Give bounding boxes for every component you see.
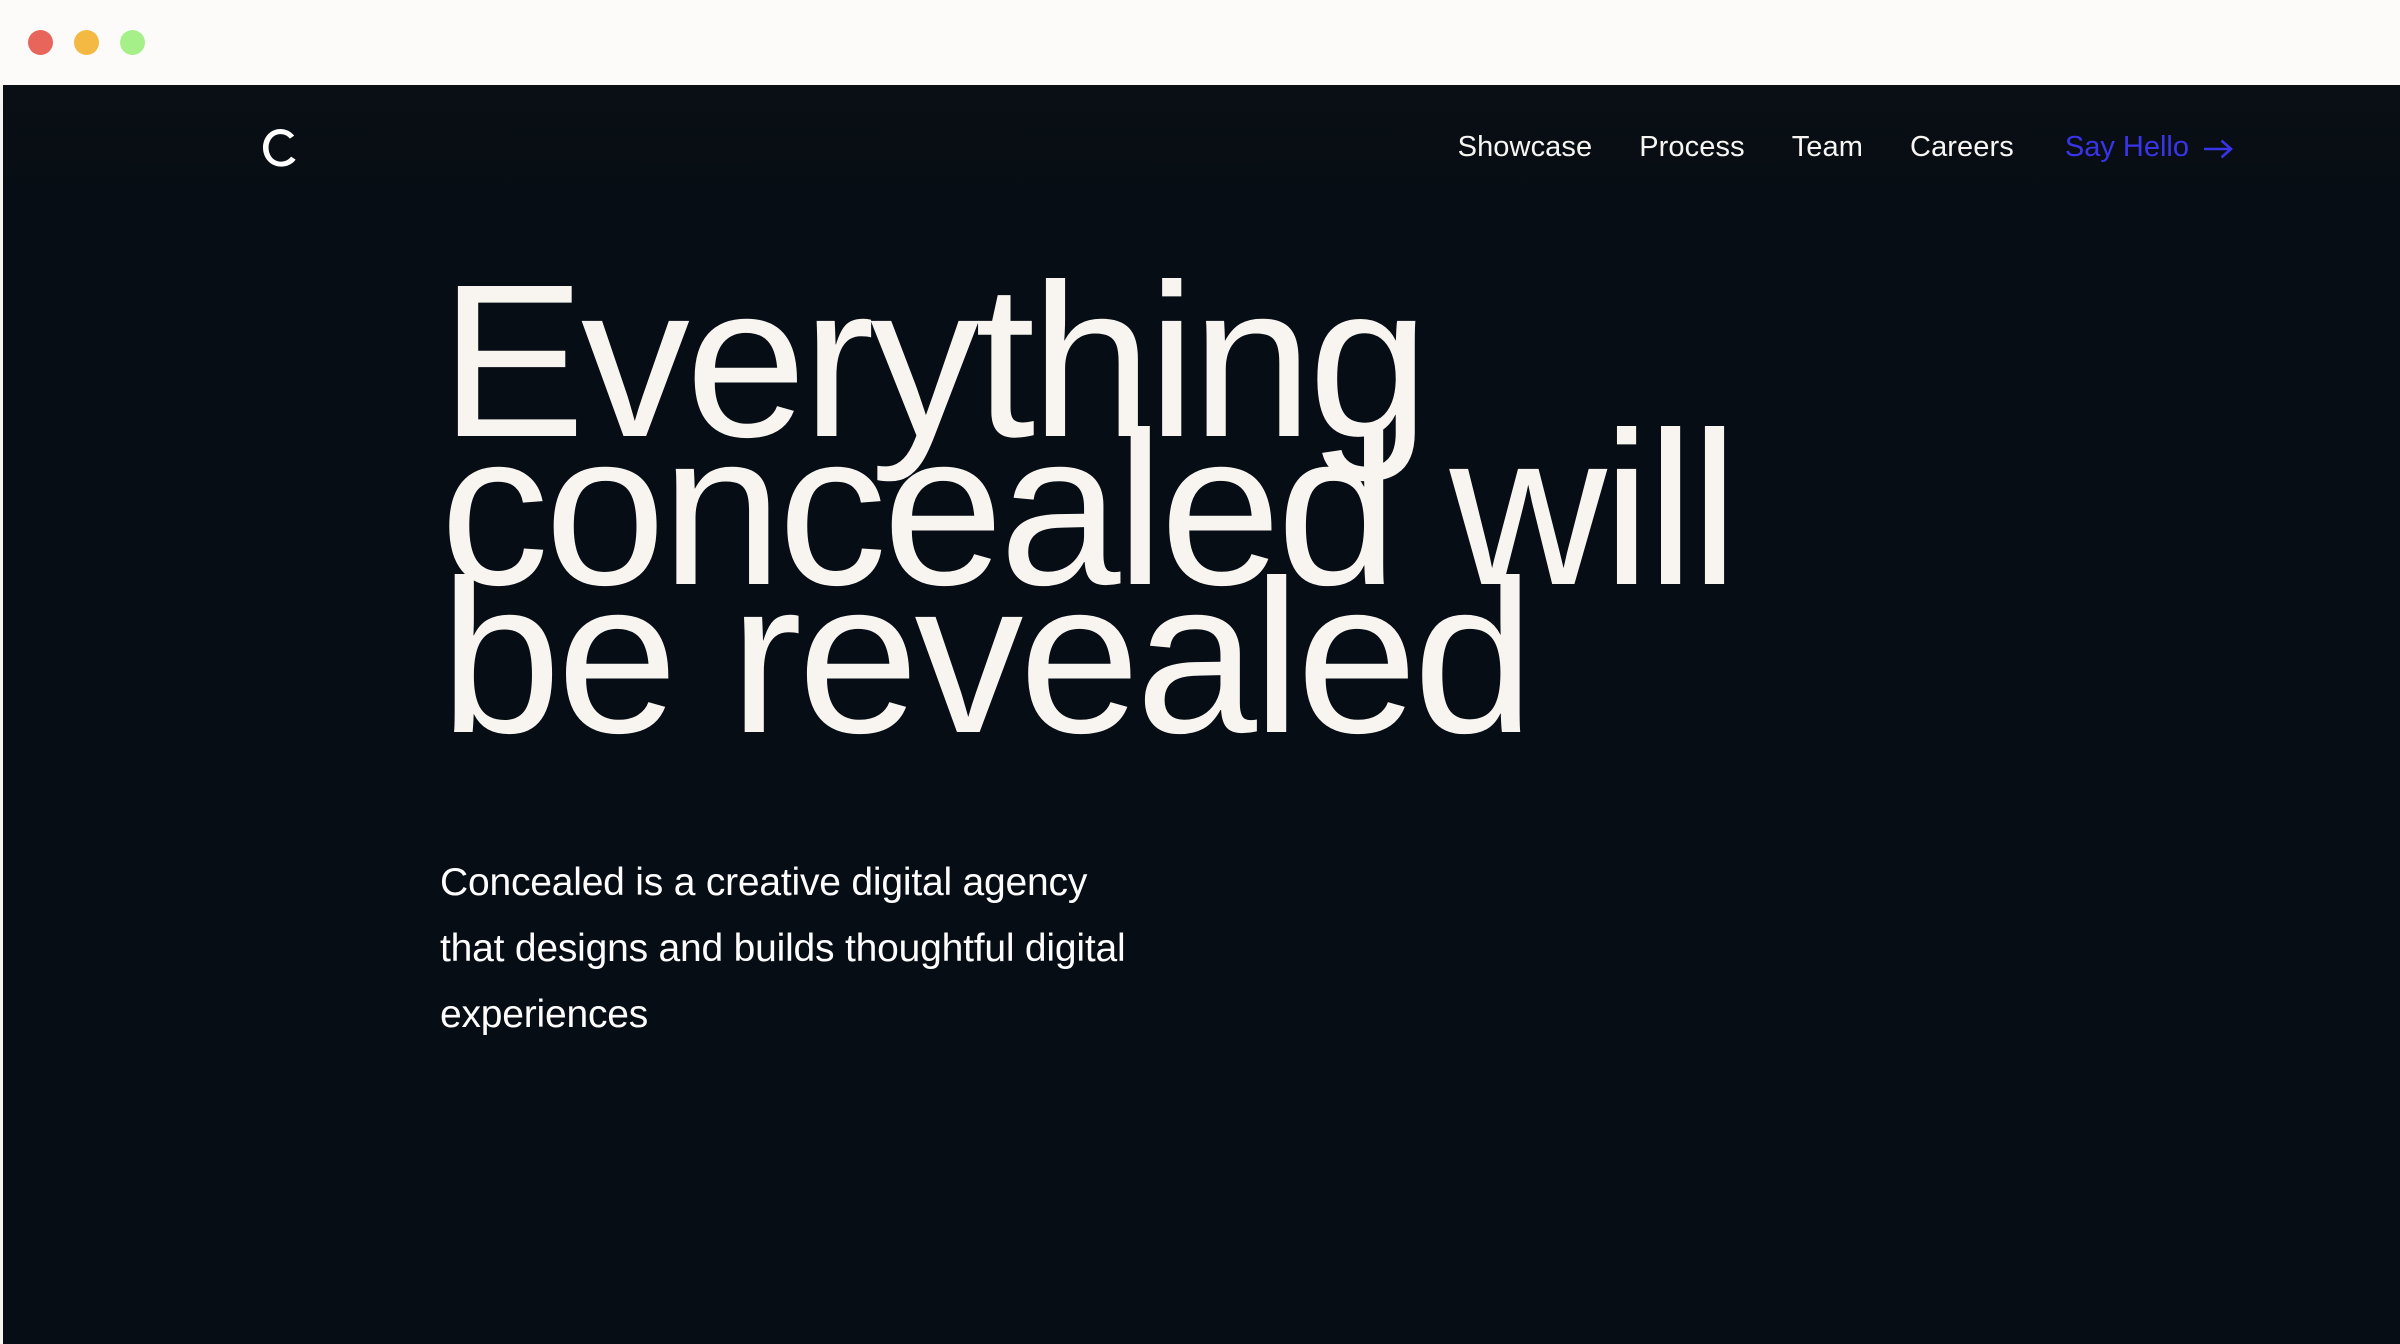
browser-titlebar (0, 0, 2400, 85)
close-window-button[interactable] (28, 30, 53, 55)
hero-section: Everything concealed will be revealed Co… (3, 210, 2400, 1048)
hero-subtitle-line-2: that designs and builds thoughtful digit… (440, 927, 1126, 970)
site-header: Showcase Process Team Careers Say Hello (3, 85, 2400, 210)
hero-subtitle: Concealed is a creative digital agency t… (440, 850, 1440, 1048)
window-controls (28, 30, 145, 55)
say-hello-button[interactable]: Say Hello (2065, 133, 2234, 162)
nav-item-process[interactable]: Process (1639, 133, 1744, 162)
hero-subtitle-line-3: experiences (440, 993, 649, 1036)
primary-navigation: Showcase Process Team Careers Say Hello (1458, 133, 2234, 162)
minimize-window-button[interactable] (74, 30, 99, 55)
zoom-window-button[interactable] (120, 30, 145, 55)
hero-heading: Everything concealed will be revealed (440, 253, 1940, 767)
nav-item-careers[interactable]: Careers (1910, 133, 2014, 162)
arrow-right-icon (2204, 139, 2233, 158)
browser-window: Showcase Process Team Careers Say Hello … (0, 0, 2400, 1344)
site-logo[interactable] (258, 126, 302, 170)
nav-item-team[interactable]: Team (1792, 133, 1863, 162)
say-hello-label: Say Hello (2064, 131, 2189, 163)
page-viewport: Showcase Process Team Careers Say Hello … (0, 85, 2400, 1344)
nav-item-showcase[interactable]: Showcase (1458, 133, 1593, 162)
concealed-c-logo-icon (263, 128, 296, 167)
hero-subtitle-line-1: Concealed is a creative digital agency (440, 861, 1088, 904)
